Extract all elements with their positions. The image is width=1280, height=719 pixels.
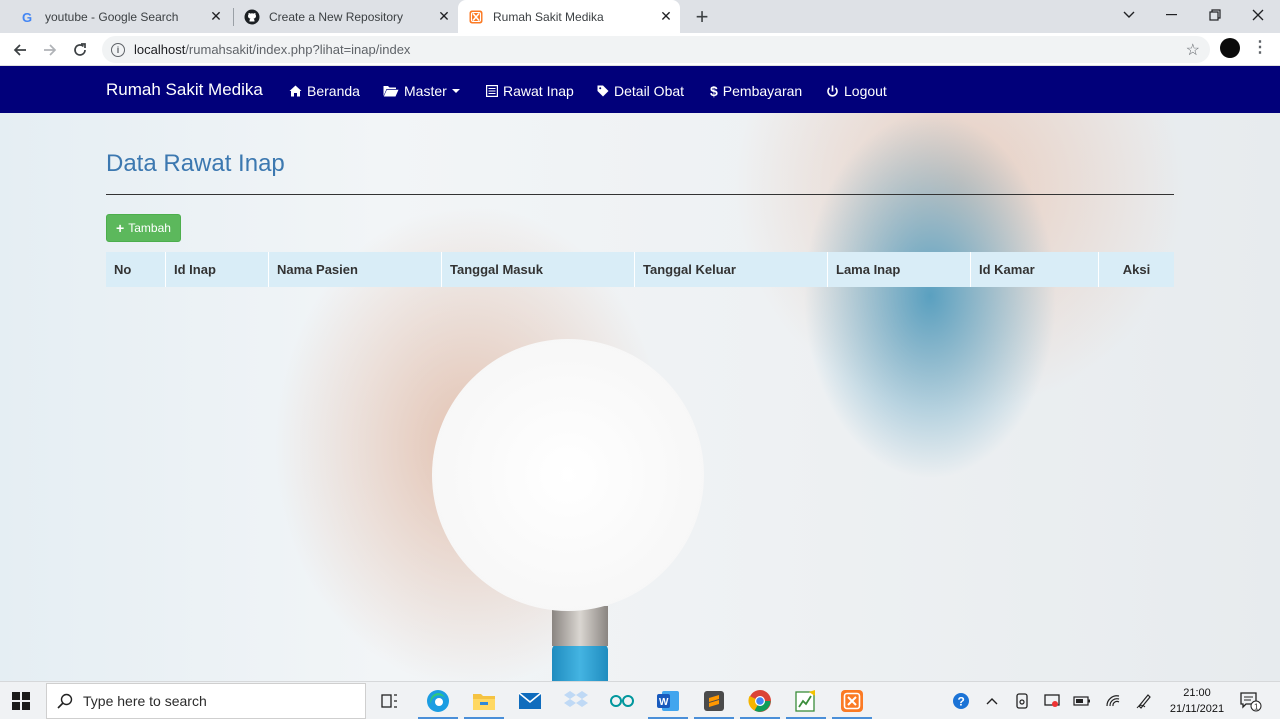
home-icon [289,85,302,97]
nav-label: Master [404,83,447,99]
column-header-nama-pasien: Nama Pasien [269,252,442,287]
profile-avatar[interactable] [1220,38,1240,58]
column-header-tanggal-keluar: Tanggal Keluar [635,252,828,287]
tab-title: Create a New Repository [269,9,404,24]
nav-label: Rawat Inap [503,83,574,99]
close-tab-icon[interactable]: ✕ [436,8,452,25]
restore-button[interactable] [1193,0,1237,30]
tab-separator [233,8,234,26]
battery-icon[interactable] [1072,691,1092,711]
mail-icon[interactable] [516,687,544,715]
clock-date: 21/11/2021 [1169,703,1225,715]
browser-toolbar: i localhost/rumahsakit/index.php?lihat=i… [0,33,1280,66]
show-hidden-icons-chevron-icon[interactable] [982,691,1002,711]
tab-youtube-search[interactable]: G youtube - Google Search ✕ [8,0,230,33]
column-header-lama-inap: Lama Inap [828,252,971,287]
more-menu-icon[interactable]: ⋮ [1252,39,1268,59]
page-title: Data Rawat Inap [106,150,285,177]
taskbar-search-box[interactable]: Type here to search [46,683,366,719]
file-explorer-icon[interactable] [464,687,504,719]
stethoscope-stem-decoration [552,606,608,646]
new-tab-button[interactable]: + [690,4,714,29]
screen-record-icon[interactable] [1042,691,1062,711]
clock-time: 21:00 [1183,687,1211,699]
word-icon[interactable]: W [648,687,688,719]
minimize-button[interactable] [1150,0,1194,30]
svg-text:?: ? [958,695,965,709]
rawat-inap-table-header: No Id Inap Nama Pasien Tanggal Masuk Tan… [106,252,1174,287]
list-icon [486,85,498,97]
help-icon[interactable]: ? [951,691,971,711]
tab-create-repository[interactable]: Create a New Repository ✕ [236,0,458,33]
taskbar-clock[interactable]: 21:00 21/11/2021 [1166,685,1228,717]
top-navbar: Rumah Sakit Medika Beranda Master Rawat … [0,66,1280,113]
tab-search-chevron-icon[interactable] [1107,0,1151,30]
nav-detail-obat[interactable]: Detail Obat [597,82,684,100]
dollar-icon: $ [710,83,718,99]
svg-text:1: 1 [1254,703,1259,712]
power-icon [826,85,839,98]
browser-tab-strip: G youtube - Google Search ✕ Create a New… [0,0,1280,33]
xampp-taskbar-icon[interactable] [832,687,872,719]
column-header-no: No [106,252,166,287]
svg-text:G: G [22,10,32,24]
nav-label: Pembayaran [722,83,803,99]
dropbox-icon[interactable] [562,687,590,715]
close-window-button[interactable] [1236,0,1280,30]
tab-title: youtube - Google Search [45,9,179,24]
back-arrow-icon[interactable] [7,37,33,63]
url-text: localhost/rumahsakit/index.php?lihat=ina… [134,42,411,57]
column-header-tanggal-masuk: Tanggal Masuk [442,252,635,287]
device-icon[interactable] [1012,691,1032,711]
nav-rawat-inap[interactable]: Rawat Inap [486,82,574,100]
folder-open-icon [383,85,399,97]
nav-beranda[interactable]: Beranda [289,82,360,100]
reload-icon[interactable] [67,37,93,63]
xampp-icon [468,9,484,25]
add-button-label: Tambah [128,221,171,235]
column-header-id-inap: Id Inap [166,252,269,287]
stethoscope-tube-decoration [552,644,608,681]
windows-start-icon[interactable] [12,692,30,710]
nav-label: Beranda [307,83,360,99]
notification-center-icon[interactable]: 1 [1240,692,1262,712]
page-viewport: Rumah Sakit Medika Beranda Master Rawat … [0,66,1280,681]
spreadsheet-app-icon[interactable] [786,687,826,719]
svg-text:W: W [659,697,669,708]
tab-rumah-sakit[interactable]: Rumah Sakit Medika ✕ [458,0,680,33]
address-bar[interactable]: i localhost/rumahsakit/index.php?lihat=i… [102,36,1210,63]
close-tab-icon[interactable]: ✕ [658,8,674,25]
navbar-brand[interactable]: Rumah Sakit Medika [106,80,263,100]
task-view-icon[interactable] [376,687,404,715]
stethoscope-background-image [432,339,704,611]
google-icon: G [20,9,36,25]
edge-icon[interactable] [418,687,458,719]
search-placeholder: Type here to search [83,693,207,709]
nav-pembayaran[interactable]: $ Pembayaran [710,82,802,100]
caret-down-icon [451,89,460,93]
title-divider [106,194,1174,195]
search-icon [57,693,73,709]
bookmark-star-icon[interactable]: ☆ [1186,40,1200,60]
plus-icon: + [116,220,125,236]
github-icon [244,9,260,25]
forward-arrow-icon[interactable] [37,37,63,63]
column-header-id-kamar: Id Kamar [971,252,1099,287]
pen-icon[interactable] [1134,691,1154,711]
nav-master-dropdown[interactable]: Master [383,82,460,100]
chrome-icon[interactable] [740,687,780,719]
arduino-icon[interactable] [608,687,636,715]
nav-label: Logout [844,83,887,99]
sublime-text-icon[interactable] [694,687,734,719]
tag-icon [597,85,609,97]
column-header-aksi: Aksi [1122,262,1151,277]
wifi-icon[interactable] [1103,691,1123,711]
close-tab-icon[interactable]: ✕ [208,8,224,25]
tab-title: Rumah Sakit Medika [493,9,604,24]
nav-label: Detail Obat [614,83,685,99]
site-info-icon[interactable]: i [111,42,125,57]
windows-taskbar: Type here to search W ? 21:00 21/11/2021… [0,681,1280,719]
nav-logout[interactable]: Logout [826,82,887,100]
add-rawat-inap-button[interactable]: + Tambah [106,214,181,242]
